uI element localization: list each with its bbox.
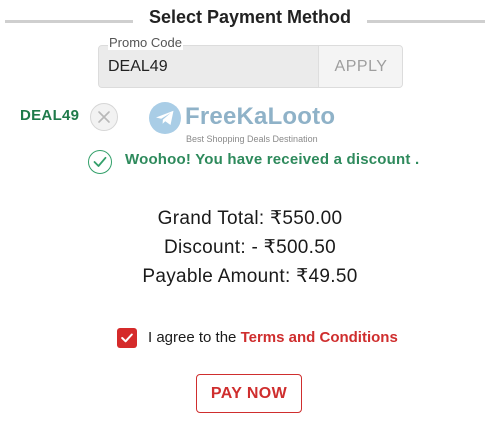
apply-button[interactable]: APPLY	[318, 46, 402, 87]
terms-checkbox[interactable]	[117, 328, 137, 348]
promo-code-input[interactable]	[99, 46, 317, 87]
terms-agreement: I agree to the Terms and Conditions	[148, 329, 398, 346]
applied-coupon-code: DEAL49	[20, 107, 80, 124]
promo-code-label: Promo Code	[108, 35, 183, 50]
promo-code-field: APPLY	[98, 45, 403, 88]
page-title: Select Payment Method	[148, 7, 352, 27]
close-icon	[98, 111, 110, 123]
payable-amount: Payable Amount: ₹49.50	[142, 266, 358, 287]
remove-coupon-button[interactable]	[90, 103, 118, 131]
telegram-icon	[149, 102, 181, 134]
discount-success-message: Woohoo! You have received a discount .	[125, 151, 420, 168]
check-circle-icon	[88, 150, 112, 174]
grand-total: Grand Total: ₹550.00	[157, 208, 343, 229]
pay-now-button[interactable]: PAY NOW	[196, 374, 302, 413]
checkmark-icon	[121, 333, 133, 343]
watermark-brand: FreeKaLooto	[185, 103, 336, 130]
watermark-tagline: Best Shopping Deals Destination	[186, 134, 318, 144]
terms-link[interactable]: Terms and Conditions	[241, 329, 398, 346]
discount-amount: Discount: - ₹500.50	[164, 237, 336, 258]
terms-prefix: I agree to the	[148, 329, 241, 346]
